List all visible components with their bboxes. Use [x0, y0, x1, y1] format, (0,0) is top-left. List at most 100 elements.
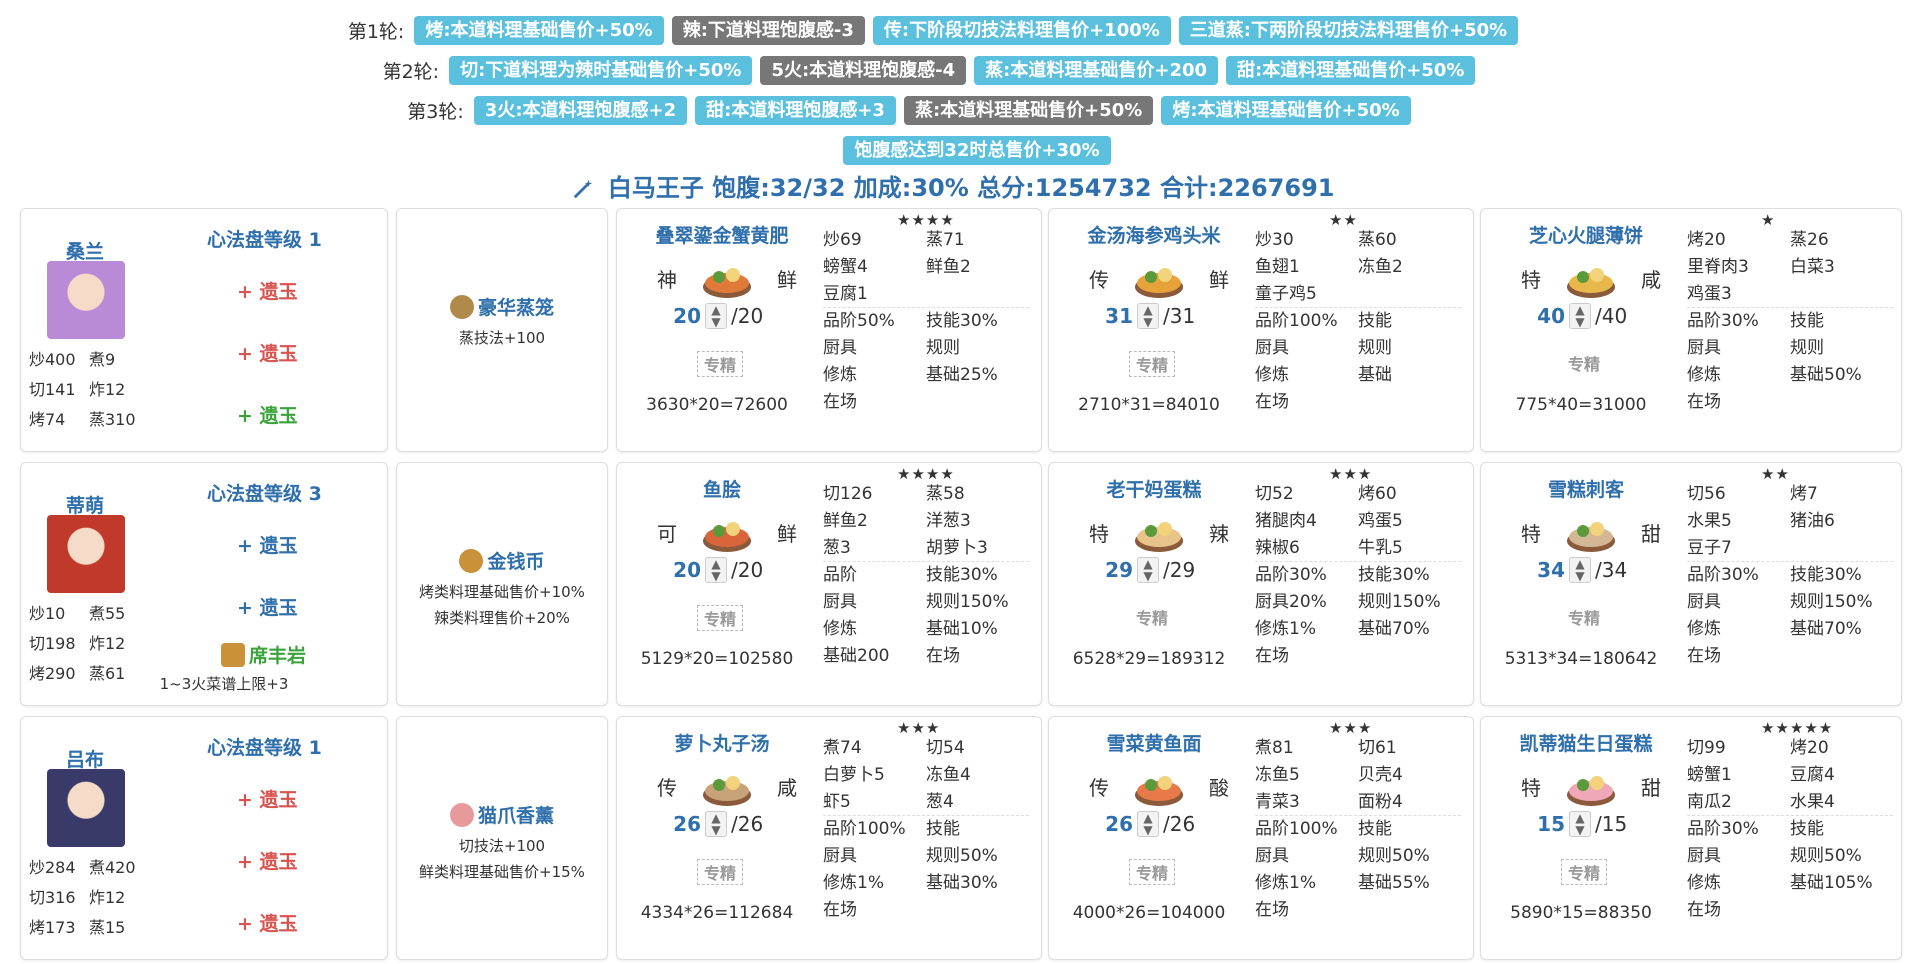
attribute-cell — [1358, 281, 1461, 307]
attribute-row: 煮74 切54 — [823, 735, 1029, 762]
add-relic-button[interactable]: + 遗玉 — [237, 909, 298, 936]
quantity-stepper[interactable]: 40 ▲ ▼/40 — [1531, 303, 1627, 329]
dish-name[interactable]: 芝心火腿薄饼 — [1491, 221, 1681, 248]
specialize-badge[interactable]: 专精 — [697, 351, 743, 377]
specialize-badge[interactable]: 专精 — [1129, 351, 1175, 377]
dish-name[interactable]: 凯蒂猫生日蛋糕 — [1491, 729, 1681, 756]
quantity-stepper[interactable]: 26 ▲ ▼/26 — [667, 811, 763, 837]
add-relic-button[interactable]: + 遗玉 — [237, 785, 298, 812]
stepper-arrows[interactable]: ▲ ▼ — [1137, 811, 1159, 837]
equipment-card[interactable]: 金钱币烤类料理基础售价+10% 辣类料理售价+20% — [396, 462, 608, 706]
attribute-cell: 鲜鱼2 — [926, 257, 971, 277]
quantity-stepper[interactable]: 34 ▲ ▼/34 — [1531, 557, 1627, 583]
relic-label: 席丰岩 — [249, 645, 307, 667]
add-relic-button[interactable]: + 遗玉 — [237, 531, 298, 558]
dish-name[interactable]: 鱼脍 — [627, 475, 817, 502]
stepper-arrows[interactable]: ▲ ▼ — [1569, 811, 1591, 837]
attribute-cell: 修炼 — [1687, 365, 1721, 385]
quantity-value[interactable]: 26 — [667, 812, 701, 836]
bonus-tag: 传:下阶段切技法料理售价+100% — [872, 15, 1171, 45]
attribute-cell: 技能30% — [926, 565, 998, 585]
quantity-value[interactable]: 34 — [1531, 558, 1565, 582]
attribute-cell: 修炼1% — [1255, 619, 1316, 639]
attribute-row: 青菜3 面粉4 — [1255, 789, 1461, 816]
stepper-arrows[interactable]: ▲ ▼ — [1569, 557, 1591, 583]
quantity-value[interactable]: 15 — [1531, 812, 1565, 836]
attribute-row: 在场 — [1687, 643, 1893, 670]
dish-tags: 特甜 — [1521, 763, 1661, 809]
dish-tags: 神鲜 — [657, 255, 797, 301]
attribute-cell: 螃蟹4 — [823, 257, 868, 277]
attribute-row: 炒69 蒸71 — [823, 227, 1029, 254]
dish-name[interactable]: 叠翠鎏金蟹黄肥 — [627, 221, 817, 248]
dish-name[interactable]: 萝卜丸子汤 — [627, 729, 817, 756]
specialize-badge[interactable]: 专精 — [1129, 859, 1175, 885]
dish-name[interactable]: 雪糕刺客 — [1491, 475, 1681, 502]
equipment-card[interactable]: 豪华蒸笼 蒸技法+100 — [396, 208, 608, 452]
quantity-value[interactable]: 26 — [1099, 812, 1133, 836]
quantity-value[interactable]: 29 — [1099, 558, 1133, 582]
stepper-arrows[interactable]: ▲ ▼ — [705, 811, 727, 837]
xinfa-level[interactable]: 心法盘等级 1 — [207, 225, 322, 252]
quantity-stepper[interactable]: 20 ▲ ▼/20 — [667, 303, 763, 329]
stepper-arrows[interactable]: ▲ ▼ — [1569, 303, 1591, 329]
dish-tags: 可鲜 — [657, 509, 797, 555]
quantity-value[interactable]: 20 — [667, 304, 701, 328]
quantity-stepper[interactable]: 15 ▲ ▼/15 — [1531, 811, 1627, 837]
equipment-name[interactable]: 豪华蒸笼 — [397, 293, 607, 320]
attribute-cell: 品阶30% — [1687, 311, 1759, 331]
attribute-cell: 基础25% — [926, 365, 998, 385]
add-relic-button[interactable]: + 遗玉 — [237, 593, 298, 620]
attribute-cell: 技能30% — [1358, 565, 1430, 585]
add-relic-button[interactable]: + 遗玉 — [237, 401, 298, 428]
stepper-arrows[interactable]: ▲ ▼ — [1137, 303, 1159, 329]
xinfa-level[interactable]: 心法盘等级 1 — [207, 733, 322, 760]
dish-name[interactable]: 金汤海参鸡头米 — [1059, 221, 1249, 248]
stat-line: 烤74 蒸310 — [29, 405, 149, 435]
dish-card: 雪菜黄鱼面传酸 26 ▲ ▼/26 专精 4000*26=104000 ★★★ 煮81 切61 冻… — [1048, 716, 1474, 960]
attribute-cell — [1790, 535, 1893, 561]
dish-name[interactable]: 老干妈蛋糕 — [1059, 475, 1249, 502]
attribute-cell: 品阶100% — [823, 819, 906, 839]
stepper-arrows[interactable]: ▲ ▼ — [705, 303, 727, 329]
attribute-cell: 在场 — [1687, 392, 1721, 412]
equipment-label: 金钱币 — [487, 551, 545, 573]
add-relic-button[interactable]: + 遗玉 — [237, 847, 298, 874]
attribute-cell: 面粉4 — [1358, 792, 1403, 812]
quantity-value[interactable]: 40 — [1531, 304, 1565, 328]
equipment-desc: 烤类料理基础售价+10% 辣类料理售价+20% — [397, 579, 607, 631]
equipment-name[interactable]: 猫爪香薰 — [397, 801, 607, 828]
add-relic-button[interactable]: + 遗玉 — [237, 277, 298, 304]
round-label: 第3轮: — [407, 100, 464, 123]
stat-value: 炒10 — [29, 604, 66, 623]
dish-formula: 4334*26=112684 — [640, 903, 794, 923]
stepper-arrows[interactable]: ▲ ▼ — [1137, 557, 1159, 583]
specialize-badge[interactable]: 专精 — [697, 605, 743, 631]
attribute-cell: 修炼1% — [823, 873, 884, 893]
xinfa-level[interactable]: 心法盘等级 3 — [207, 479, 322, 506]
dish-image — [1567, 268, 1615, 298]
specialize-badge[interactable]: 专精 — [1129, 605, 1175, 629]
equipment-name[interactable]: 金钱币 — [397, 547, 607, 574]
equipment-card[interactable]: 猫爪香薰 切技法+100 鲜类料理基础售价+15% — [396, 716, 608, 960]
quantity-stepper[interactable]: 20 ▲ ▼/20 — [667, 557, 763, 583]
stepper-arrows[interactable]: ▲ ▼ — [705, 557, 727, 583]
quantity-stepper[interactable]: 29 ▲ ▼/29 — [1099, 557, 1195, 583]
specialize-badge[interactable]: 专精 — [1561, 605, 1607, 629]
specialize-badge[interactable]: 专精 — [1561, 351, 1607, 375]
add-relic-button[interactable]: + 遗玉 — [237, 339, 298, 366]
quantity-value[interactable]: 20 — [667, 558, 701, 582]
specialize-badge[interactable]: 专精 — [697, 859, 743, 885]
chef-card: 桑兰 炒400 煮9 切141 炸12 烤74 蒸310 心法盘等级 1 + 遗玉 + 遗玉 + 遗… — [20, 208, 388, 452]
quantity-value[interactable]: 31 — [1099, 304, 1133, 328]
attribute-cell: 虾5 — [823, 792, 851, 812]
dish-name[interactable]: 雪菜黄鱼面 — [1059, 729, 1249, 756]
quantity-stepper[interactable]: 26 ▲ ▼/26 — [1099, 811, 1195, 837]
stat-value: 煮55 — [89, 604, 126, 623]
relic-name[interactable]: 席丰岩 — [221, 641, 306, 668]
attribute-row: 在场 — [823, 897, 1029, 924]
specialize-badge[interactable]: 专精 — [1561, 859, 1607, 885]
attribute-cell: 烤7 — [1790, 484, 1818, 504]
attribute-cell: 切126 — [823, 484, 873, 504]
quantity-stepper[interactable]: 31 ▲ ▼/31 — [1099, 303, 1195, 329]
